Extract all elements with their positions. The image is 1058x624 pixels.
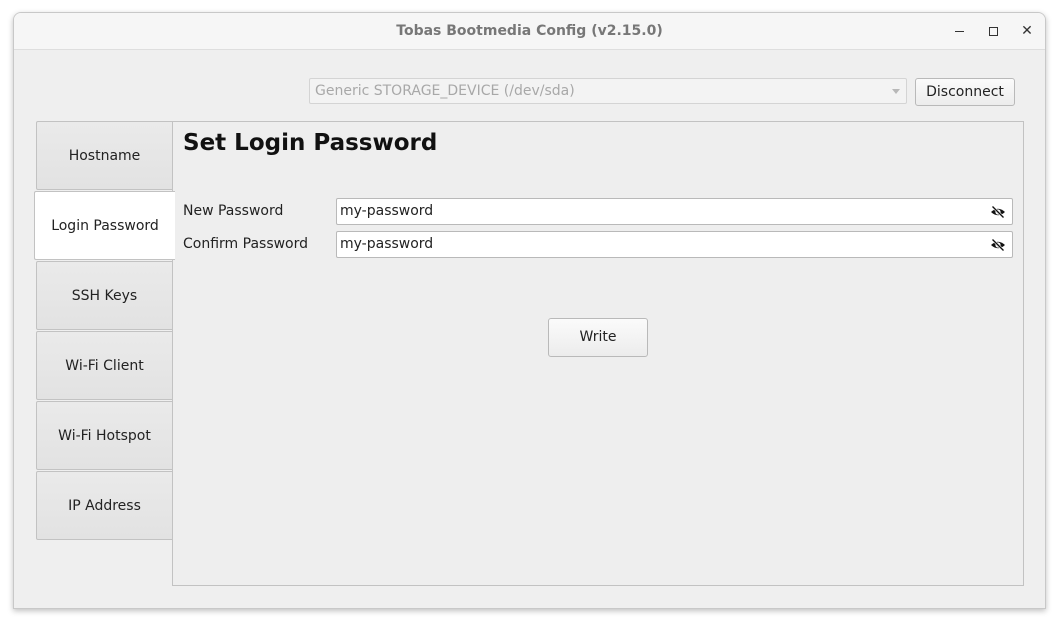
tab-ssh-keys[interactable]: SSH Keys <box>36 261 173 330</box>
close-button[interactable]: ✕ <box>1013 17 1041 45</box>
tab-label: IP Address <box>68 498 141 514</box>
tab-label: SSH Keys <box>71 288 138 304</box>
eye-slash-icon[interactable] <box>990 237 1006 253</box>
new-password-field[interactable]: my-password <box>336 198 1013 225</box>
eye-slash-icon[interactable] <box>990 204 1006 220</box>
login-password-panel: Set Login Password New Password my-passw… <box>172 121 1024 586</box>
tab-label: Wi-Fi Hotspot <box>58 428 151 444</box>
chevron-down-icon <box>892 89 900 94</box>
tab-ip-address[interactable]: IP Address <box>36 471 173 540</box>
maximize-button[interactable] <box>979 17 1007 45</box>
minimize-button[interactable] <box>945 17 973 45</box>
tab-label: Hostname <box>68 148 141 164</box>
title-bar: Tobas Bootmedia Config (v2.15.0) ✕ <box>14 13 1045 50</box>
confirm-password-value: my-password <box>340 236 434 252</box>
disconnect-button[interactable]: Disconnect <box>915 78 1015 106</box>
maximize-icon <box>988 26 998 36</box>
tab-wifi-hotspot[interactable]: Wi-Fi Hotspot <box>36 401 173 470</box>
confirm-password-label: Confirm Password <box>183 236 309 252</box>
page-title: Set Login Password <box>183 130 438 156</box>
new-password-value: my-password <box>340 203 434 219</box>
tab-login-password[interactable]: Login Password <box>34 191 175 260</box>
new-password-label: New Password <box>183 203 284 219</box>
app-window: Tobas Bootmedia Config (v2.15.0) ✕ Gener… <box>13 12 1046 609</box>
write-button[interactable]: Write <box>548 318 648 357</box>
window-title: Tobas Bootmedia Config (v2.15.0) <box>396 23 663 39</box>
tab-label: Login Password <box>51 218 159 234</box>
tab-label: Wi-Fi Client <box>65 358 144 374</box>
minimize-icon <box>954 30 964 32</box>
confirm-password-field[interactable]: my-password <box>336 231 1013 258</box>
device-select[interactable]: Generic STORAGE_DEVICE (/dev/sda) <box>309 78 907 104</box>
tab-wifi-client[interactable]: Wi-Fi Client <box>36 331 173 400</box>
tab-hostname[interactable]: Hostname <box>36 121 173 190</box>
device-select-value: Generic STORAGE_DEVICE (/dev/sda) <box>315 83 575 99</box>
close-icon: ✕ <box>1021 23 1033 39</box>
